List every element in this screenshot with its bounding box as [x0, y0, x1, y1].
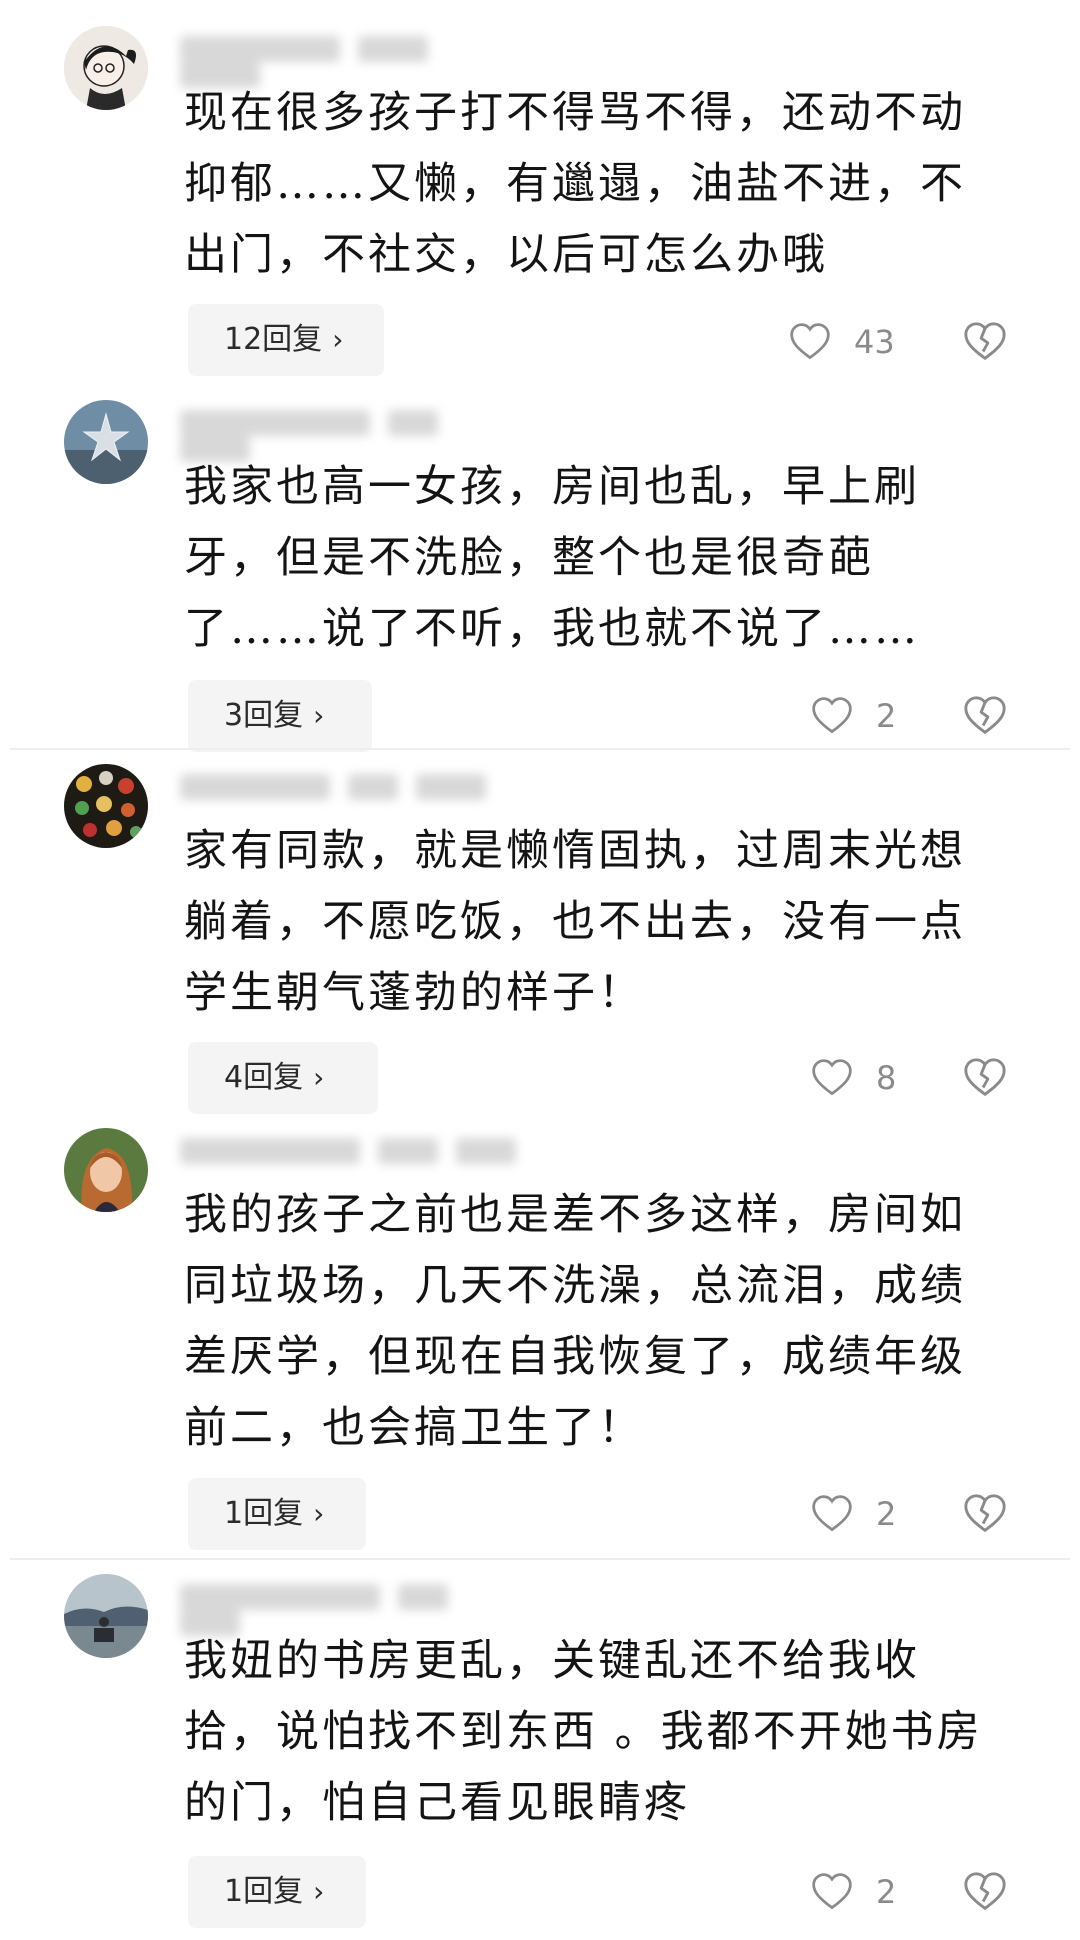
avatar[interactable]: [64, 26, 148, 110]
reply-label: 1回复: [224, 1874, 304, 1909]
comment-text: 我家也高一女孩，房间也乱，早上刷 牙，但是不洗脸，整个也是很奇葩 了……说了不听…: [184, 462, 920, 654]
reply-button[interactable]: 4回复 ›: [188, 1042, 378, 1114]
like-count: 2: [876, 1495, 897, 1533]
chevron-right-icon: ›: [313, 1497, 325, 1530]
comment-text: 我的孩子之前也是差不多这样，房间如 同垃圾场，几天不洗澡，总流泪，成绩 差厌学，…: [184, 1190, 966, 1453]
heart-outline-icon: [812, 1059, 852, 1096]
like-count: 43: [854, 323, 895, 361]
divider: [10, 1558, 1070, 1560]
like-button[interactable]: 2: [810, 692, 896, 740]
like-button[interactable]: 2: [810, 1490, 896, 1538]
reply-label: 1回复: [224, 1496, 304, 1531]
broken-heart-icon: [964, 1494, 1006, 1533]
reply-label: 4回复: [224, 1060, 304, 1095]
avatar[interactable]: [64, 1574, 148, 1658]
broken-heart-icon: [964, 322, 1006, 361]
chevron-right-icon: ›: [313, 699, 325, 732]
avatar[interactable]: [64, 1128, 148, 1212]
username-blurred[interactable]: [180, 36, 540, 88]
like-button[interactable]: 43: [788, 318, 895, 366]
username-blurred[interactable]: [180, 774, 540, 804]
broken-heart-icon: [964, 696, 1006, 735]
comment-text: 现在很多孩子打不得骂不得，还动不动 抑郁……又懒，有邋遢，油盐不进，不 出门，不…: [184, 88, 966, 280]
dislike-button[interactable]: [962, 319, 1008, 365]
chevron-right-icon: ›: [332, 323, 344, 356]
reply-button[interactable]: 1回复 ›: [188, 1478, 366, 1550]
reply-button[interactable]: 12回复 ›: [188, 304, 384, 376]
dislike-button[interactable]: [962, 693, 1008, 739]
like-count: 2: [876, 697, 897, 735]
like-count: 2: [876, 1873, 897, 1911]
comment-text: 家有同款，就是懒惰固执，过周末光想 躺着，不愿吃饭，也不出去，没有一点 学生朝气…: [184, 826, 966, 1018]
avatar[interactable]: [64, 764, 148, 848]
reply-label: 12回复: [224, 322, 323, 357]
heart-outline-icon: [812, 1495, 852, 1532]
dislike-button[interactable]: [962, 1869, 1008, 1915]
username-blurred[interactable]: [180, 1138, 540, 1168]
like-button[interactable]: 8: [810, 1054, 896, 1102]
broken-heart-icon: [964, 1872, 1006, 1911]
username-blurred[interactable]: [180, 1584, 540, 1636]
heart-outline-icon: [790, 323, 830, 360]
chevron-right-icon: ›: [313, 1875, 325, 1908]
chevron-right-icon: ›: [313, 1061, 325, 1094]
dislike-button[interactable]: [962, 1055, 1008, 1101]
reply-button[interactable]: 1回复 ›: [188, 1856, 366, 1928]
divider: [10, 748, 1070, 750]
heart-outline-icon: [812, 1873, 852, 1910]
avatar[interactable]: [64, 400, 148, 484]
comment-text: 我妞的书房更乱，关键乱还不给我收 拾，说怕找不到东西 。我都不开她书房 的门，怕…: [184, 1636, 983, 1828]
dislike-button[interactable]: [962, 1491, 1008, 1537]
reply-label: 3回复: [224, 698, 304, 733]
like-button[interactable]: 2: [810, 1868, 896, 1916]
reply-button[interactable]: 3回复 ›: [188, 680, 372, 752]
username-blurred[interactable]: [180, 410, 540, 462]
like-count: 8: [876, 1059, 897, 1097]
broken-heart-icon: [964, 1058, 1006, 1097]
heart-outline-icon: [812, 697, 852, 734]
